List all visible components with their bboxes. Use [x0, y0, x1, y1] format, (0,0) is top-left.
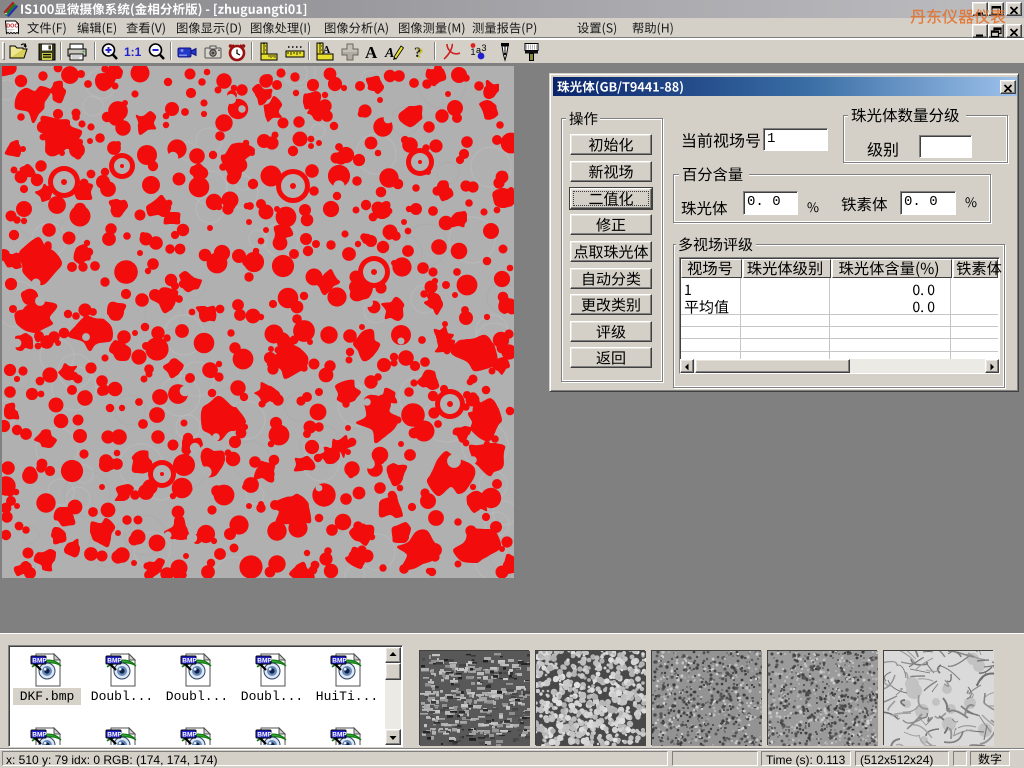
svg-text:BMP: BMP — [107, 658, 122, 665]
svg-text:BMP: BMP — [182, 732, 197, 739]
svg-text:BMP: BMP — [332, 658, 347, 665]
svg-text:BMP: BMP — [107, 732, 122, 739]
svg-text:BMP: BMP — [257, 658, 272, 665]
svg-text:A: A — [323, 45, 331, 56]
svg-text:BMP: BMP — [332, 732, 347, 739]
svg-text:BMP: BMP — [182, 658, 197, 665]
svg-text:1:1: 1:1 — [124, 45, 142, 59]
svg-text:A: A — [365, 43, 378, 62]
svg-text:BMP: BMP — [257, 732, 272, 739]
svg-text:?: ? — [416, 46, 424, 62]
svg-text:BMP: BMP — [32, 658, 47, 665]
svg-text:3: 3 — [482, 43, 487, 53]
svg-text:BMP: BMP — [32, 732, 47, 739]
svg-text:A: A — [384, 46, 394, 61]
svg-text:1: 1 — [471, 47, 476, 57]
